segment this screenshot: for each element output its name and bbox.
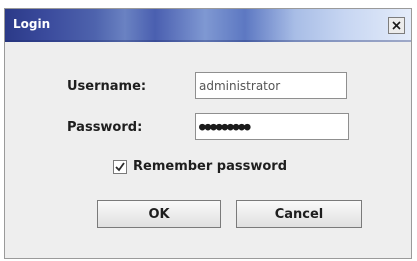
- checkmark-icon: [115, 162, 125, 172]
- close-icon: [392, 21, 401, 30]
- password-label: Password:: [67, 120, 143, 135]
- title-bar[interactable]: Login: [5, 9, 411, 42]
- username-input[interactable]: [195, 72, 347, 99]
- remember-password-label[interactable]: Remember password: [133, 159, 287, 174]
- close-button[interactable]: [388, 17, 405, 34]
- ok-button[interactable]: OK: [97, 200, 221, 228]
- window-title: Login: [13, 17, 51, 31]
- password-input[interactable]: [195, 113, 349, 140]
- login-dialog: Login Username: Password: Remember passw…: [4, 8, 412, 259]
- remember-checkbox[interactable]: [113, 160, 127, 174]
- cancel-button[interactable]: Cancel: [236, 200, 362, 228]
- username-label: Username:: [67, 79, 147, 94]
